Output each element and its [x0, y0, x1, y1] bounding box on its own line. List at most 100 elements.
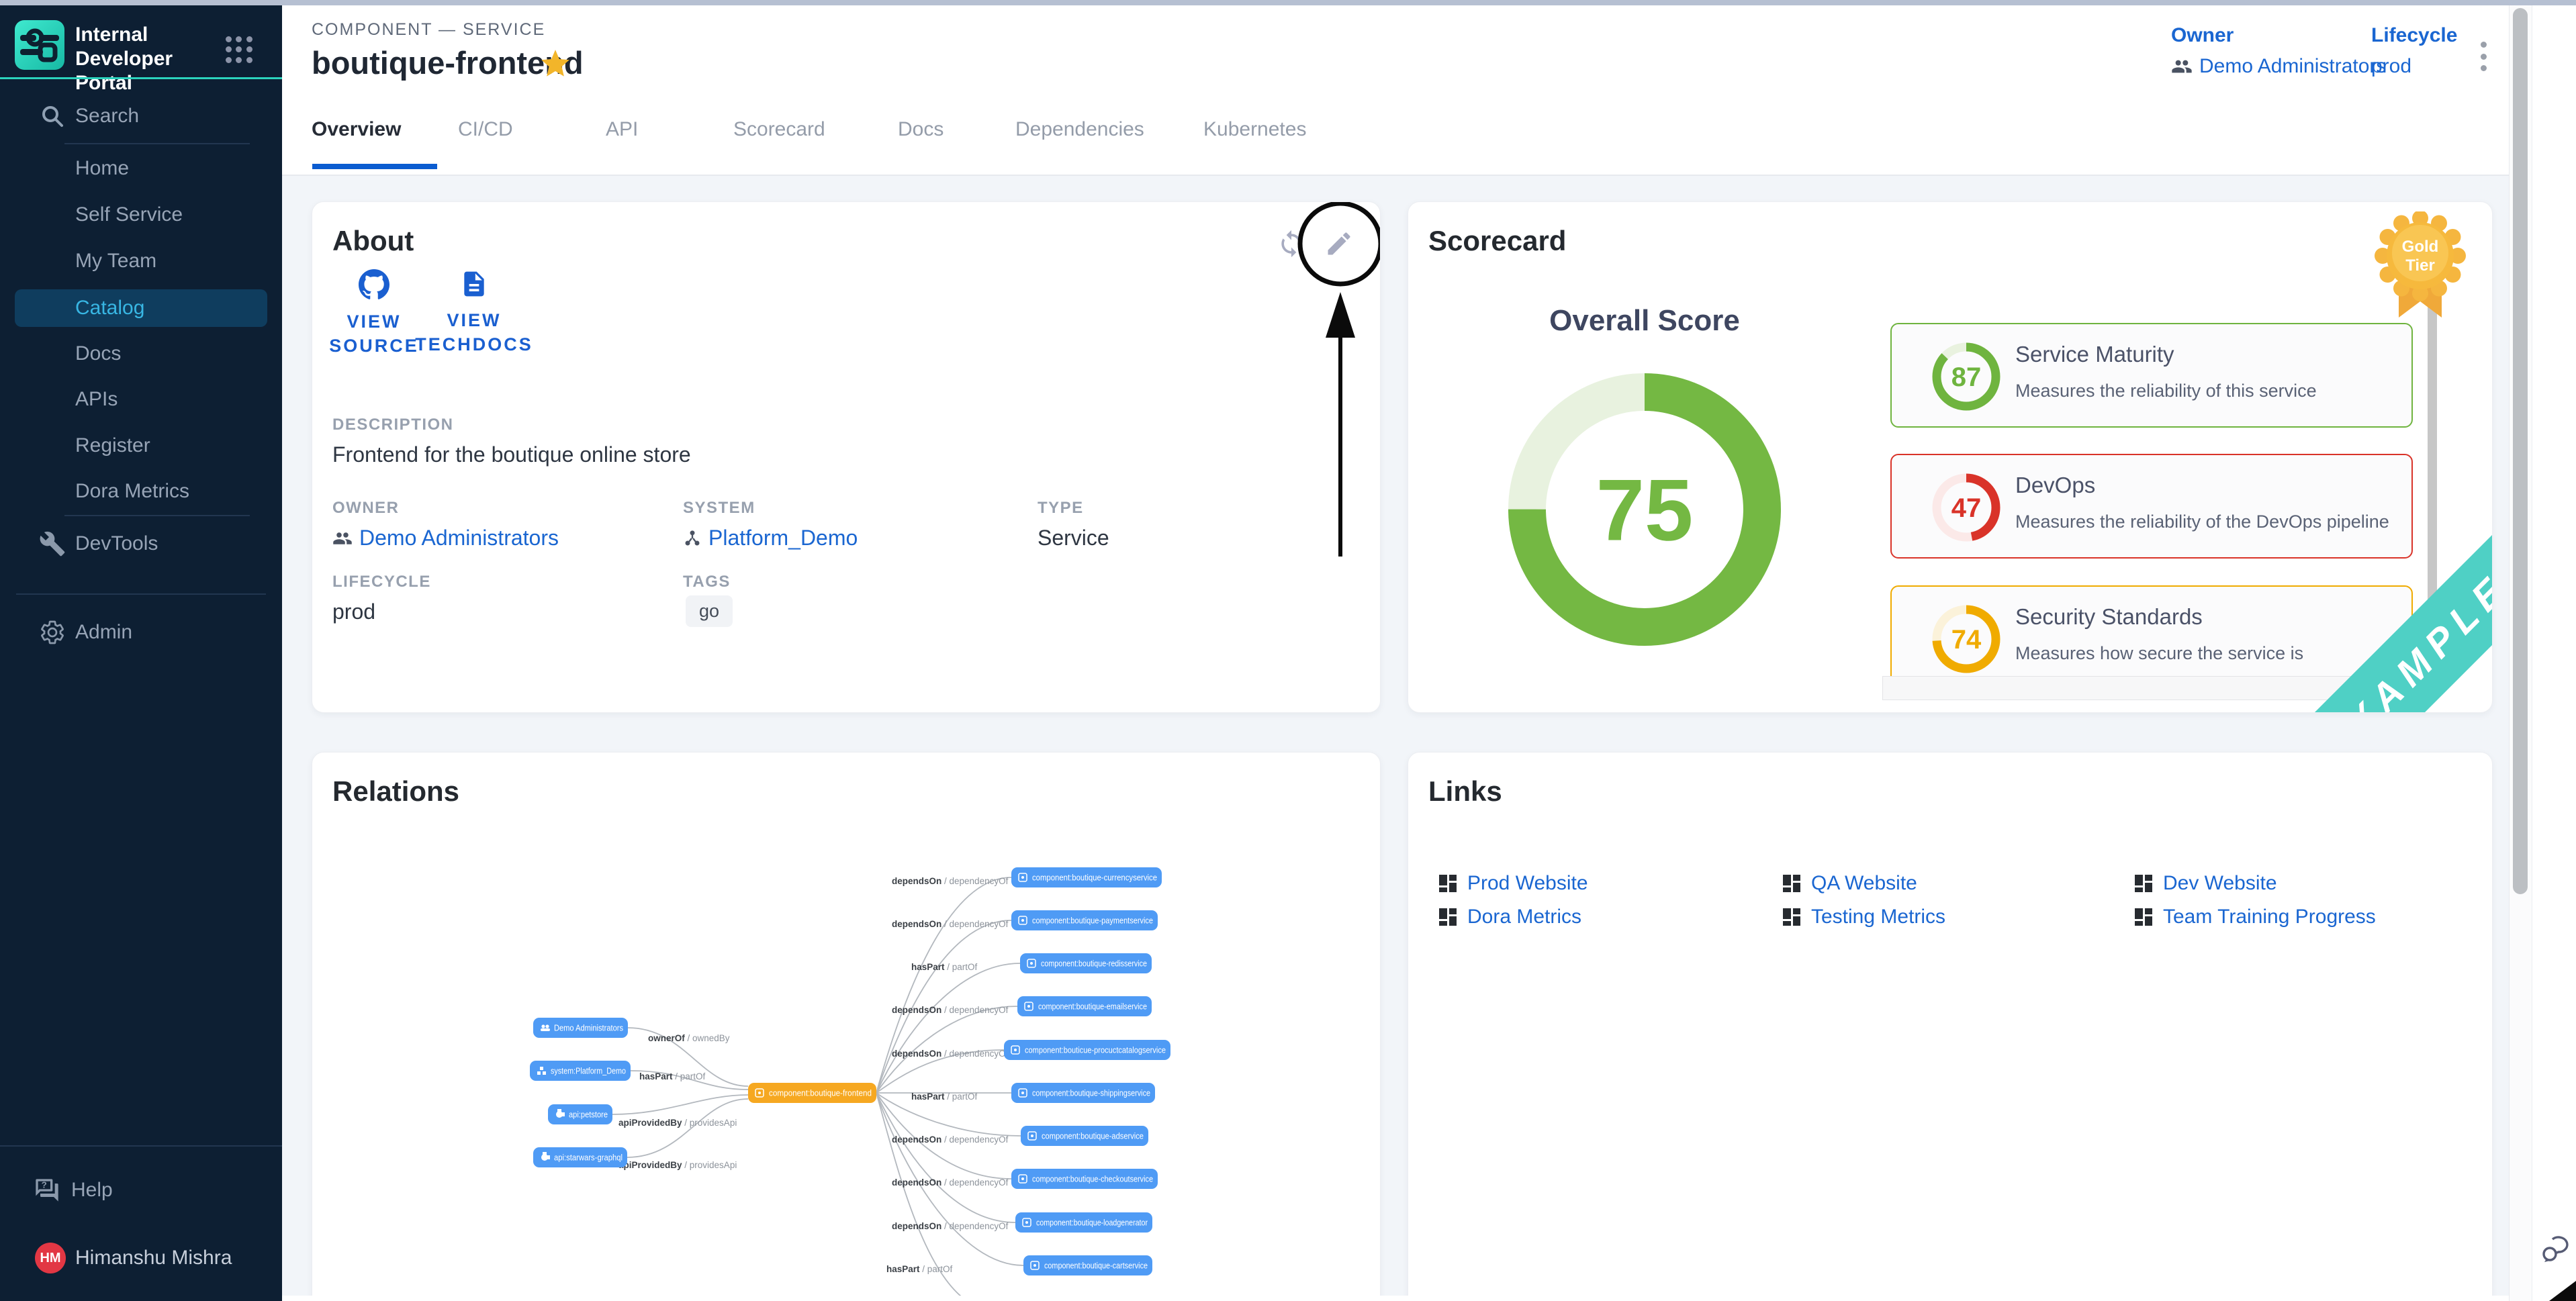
sidebar-item-my-team[interactable]: My Team — [0, 242, 282, 280]
metric-card-service-maturity[interactable]: 87Service MaturityMeasures the reliabili… — [1890, 323, 2413, 428]
breadcrumb: COMPONENT — SERVICE — [312, 20, 545, 40]
header-lifecycle: Lifecycle prod — [2371, 24, 2457, 78]
lifecycle-value: prod — [2371, 55, 2411, 78]
search-icon — [39, 103, 66, 130]
sidebar-item-dora-metrics[interactable]: Dora Metrics — [0, 473, 282, 510]
graph-node-api-starwars-graphql[interactable]: api:starwars-graphql — [533, 1147, 627, 1167]
owner-field-link[interactable]: Demo Administrators — [332, 526, 559, 550]
links-title: Links — [1428, 775, 1502, 808]
main-content: About VIEWSOURCE VIEWTECHDOCS DESCRIPTIO… — [282, 176, 2509, 1296]
metric-description: Measures the reliability of this service — [2015, 381, 2317, 401]
admin-label: Admin — [75, 621, 132, 644]
system-field-label: SYSTEM — [683, 499, 755, 518]
sidebar-item-register[interactable]: Register — [0, 427, 282, 465]
graph-node-component-boutique-emailservice[interactable]: component:boutique-emailservice — [1017, 996, 1152, 1016]
sidebar-item-help[interactable]: ? Help — [0, 1171, 282, 1209]
scrollbar-thumb[interactable] — [2513, 8, 2528, 894]
user-menu[interactable]: HM Himanshu Mishra — [0, 1239, 282, 1277]
about-title: About — [332, 225, 414, 257]
svg-text:hasPart / partOf: hasPart / partOf — [639, 1071, 706, 1081]
link-prod-website[interactable]: Prod Website — [1438, 872, 1588, 895]
techdocs-icon — [459, 269, 489, 299]
tab-docs[interactable]: Docs — [898, 118, 944, 141]
owner-link[interactable]: Demo Administrators — [2171, 55, 2386, 78]
refresh-icon[interactable] — [1277, 229, 1306, 258]
github-icon — [359, 269, 389, 300]
more-menu-button[interactable] — [2469, 38, 2498, 75]
svg-text:apiProvidedBy / providesApi: apiProvidedBy / providesApi — [618, 1160, 737, 1170]
sidebar: Internal Developer Portal Search HomeSel… — [0, 5, 282, 1301]
tab-kubernetes[interactable]: Kubernetes — [1203, 118, 1306, 141]
graph-node-component-boutique-cartservice[interactable]: component:boutique-cartservice — [1023, 1255, 1152, 1275]
dashboard-icon — [1438, 873, 1458, 894]
graph-node-api-petstore[interactable]: api:petstore — [548, 1104, 612, 1124]
sidebar-item-home[interactable]: Home — [0, 150, 282, 187]
graph-node-system-Platform-Demo[interactable]: system:Platform_Demo — [530, 1061, 631, 1081]
tag-chip[interactable]: go — [686, 595, 733, 627]
sidebar-item-admin[interactable]: Admin — [0, 614, 282, 651]
group-icon — [2171, 56, 2193, 77]
description-label: DESCRIPTION — [332, 416, 454, 434]
graph-node-component-bouticue-procuctcatalogservice[interactable]: component:bouticue-procuctcatalogservice — [1004, 1040, 1170, 1060]
tab-dependencies[interactable]: Dependencies — [1015, 118, 1144, 141]
tab-api[interactable]: API — [606, 118, 638, 141]
relations-graph[interactable]: ownerOf / ownedBy hasPart / partOf apiProv… — [312, 753, 1381, 1296]
graph-node-component-boutique-loadgenerator[interactable]: component:boutique-loadgenerator — [1015, 1212, 1152, 1233]
graph-node-component-boutique-checkoutservice[interactable]: component:boutique-checkoutservice — [1011, 1169, 1158, 1189]
sidebar-item-catalog[interactable]: Catalog — [15, 289, 267, 327]
link-dora-metrics[interactable]: Dora Metrics — [1438, 906, 1581, 928]
wrench-icon — [39, 530, 66, 557]
graph-node-component-boutique-frontend[interactable]: component:boutique-frontend — [748, 1083, 876, 1103]
graph-node-component-boutique-redisservice[interactable]: component:boutique-redisservice — [1020, 953, 1152, 973]
svg-text:dependsOn / dependencyOf: dependsOn / dependencyOf — [892, 1177, 1009, 1188]
user-name: Himanshu Mishra — [75, 1247, 232, 1269]
type-field-value: Service — [1038, 526, 1109, 550]
sidebar-item-docs[interactable]: Docs — [0, 335, 282, 373]
graph-node-Demo-Administrators[interactable]: Demo Administrators — [533, 1018, 628, 1038]
lifecycle-label: Lifecycle — [2371, 24, 2457, 47]
overall-score-donut: 75 — [1504, 369, 1786, 650]
tab-ci-cd[interactable]: CI/CD — [458, 118, 513, 141]
system-field-link[interactable]: Platform_Demo — [683, 526, 858, 550]
tab-overview[interactable]: Overview — [312, 118, 401, 141]
page-scrollbar[interactable] — [2509, 5, 2532, 1301]
avatar: HM — [35, 1243, 66, 1273]
graph-node-component-boutique-shippingservice[interactable]: component:boutique-shippingservice — [1011, 1083, 1155, 1103]
apps-grid-icon[interactable] — [226, 36, 252, 63]
svg-text:dependsOn / dependencyOf: dependsOn / dependencyOf — [892, 1005, 1009, 1015]
svg-text:ownerOf / ownedBy: ownerOf / ownedBy — [648, 1033, 730, 1043]
link-testing-metrics[interactable]: Testing Metrics — [1782, 906, 1945, 928]
svg-text:dependsOn / dependencyOf: dependsOn / dependencyOf — [892, 1221, 1009, 1231]
metric-name: Security Standards — [2015, 604, 2203, 630]
svg-text:component:boutique-redisservic: component:boutique-redisservice — [1041, 959, 1147, 969]
graph-node-component-boutique-adservice[interactable]: component:boutique-adservice — [1021, 1126, 1148, 1146]
chat-bubbles-icon[interactable] — [2540, 1233, 2573, 1265]
favorite-star-icon[interactable] — [539, 47, 572, 81]
graph-node-component-boutique-currencyservice[interactable]: component:boutique-currencyservice — [1011, 867, 1162, 887]
svg-text:system:Platform_Demo: system:Platform_Demo — [551, 1067, 626, 1076]
view-techdocs-button[interactable]: VIEWTECHDOCS — [400, 269, 548, 356]
svg-text:dependsOn / dependencyOf: dependsOn / dependencyOf — [892, 1049, 1009, 1059]
sidebar-item-devtools[interactable]: DevTools — [0, 525, 282, 563]
dashboard-icon — [1782, 873, 1802, 894]
metric-description: Measures the reliability of the DevOps p… — [2015, 512, 2389, 532]
svg-text:87: 87 — [1951, 363, 1982, 392]
scorecard-card: Scorecard Overall Score 75 87Service Mat… — [1408, 201, 2493, 713]
link-qa-website[interactable]: QA Website — [1782, 872, 1917, 895]
svg-text:47: 47 — [1951, 493, 1982, 523]
metric-card-devops[interactable]: 47DevOpsMeasures the reliability of the … — [1890, 454, 2413, 559]
tab-scorecard[interactable]: Scorecard — [733, 118, 825, 141]
graph-node-component-boutique-paymentservice[interactable]: component:boutique-paymentservice — [1011, 910, 1158, 930]
svg-text:hasPart / partOf: hasPart / partOf — [886, 1264, 953, 1274]
app-logo[interactable] — [15, 20, 64, 70]
type-field-label: TYPE — [1038, 499, 1084, 518]
edit-pencil-icon[interactable] — [1324, 229, 1354, 258]
link-dev-website[interactable]: Dev Website — [2133, 872, 2277, 895]
svg-text:component:boutique-currencyser: component:boutique-currencyservice — [1032, 873, 1157, 883]
sidebar-item-self-service[interactable]: Self Service — [0, 196, 282, 234]
search-input[interactable]: Search — [0, 97, 282, 135]
metric-card-security-standards[interactable]: 74Security StandardsMeasures how secure … — [1890, 585, 2413, 690]
svg-text:74: 74 — [1951, 625, 1982, 655]
link-team-training-progress[interactable]: Team Training Progress — [2133, 906, 2376, 928]
sidebar-item-apis[interactable]: APIs — [0, 381, 282, 418]
